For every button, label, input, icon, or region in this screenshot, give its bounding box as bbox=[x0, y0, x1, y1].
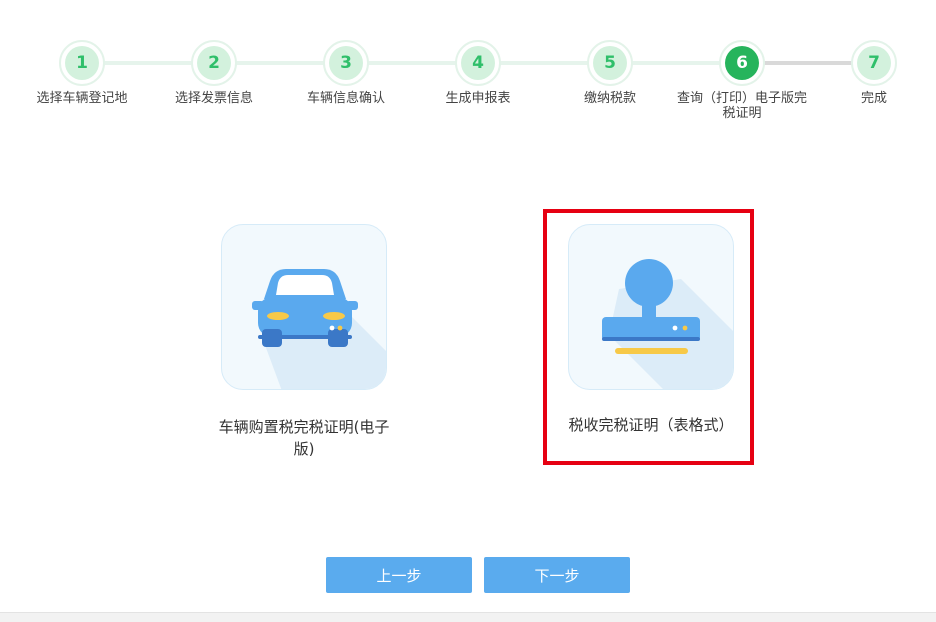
option-electronic-certificate-card[interactable] bbox=[221, 224, 387, 390]
step-number: 5 bbox=[593, 46, 627, 80]
step-circle: 6 bbox=[719, 40, 765, 86]
footer-divider bbox=[0, 612, 936, 622]
step-label: 缴纳税款 bbox=[583, 91, 636, 106]
step-number: 4 bbox=[461, 46, 495, 80]
step-label: 生成申报表 bbox=[445, 91, 511, 106]
step-2: 2 选择发票信息 bbox=[149, 40, 279, 106]
step-number: 6 bbox=[725, 46, 759, 80]
step-3: 3 车辆信息确认 bbox=[281, 40, 411, 106]
step-number: 2 bbox=[197, 46, 231, 80]
step-label: 车辆信息确认 bbox=[306, 91, 385, 106]
step-label: 完成 bbox=[860, 91, 887, 106]
step-7: 7 完成 bbox=[809, 40, 936, 106]
step-number: 1 bbox=[65, 46, 99, 80]
step-5: 5 缴纳税款 bbox=[545, 40, 675, 106]
next-step-button[interactable]: 下一步 bbox=[484, 557, 630, 593]
step-circle: 1 bbox=[59, 40, 105, 86]
progress-stepper: 1 选择车辆登记地 2 选择发票信息 3 车辆信息确认 4 生成申报表 5 缴纳… bbox=[0, 0, 936, 140]
prev-step-button[interactable]: 上一步 bbox=[326, 557, 472, 593]
step-4: 4 生成申报表 bbox=[413, 40, 543, 106]
step-label: 选择车辆登记地 bbox=[36, 91, 128, 106]
car-icon bbox=[252, 269, 386, 389]
step-number: 3 bbox=[329, 46, 363, 80]
selection-highlight-box bbox=[543, 209, 754, 465]
step-circle: 2 bbox=[191, 40, 237, 86]
step-6-current: 6 查询（打印）电子版完税证明 bbox=[677, 40, 807, 121]
step-label: 选择发票信息 bbox=[174, 91, 253, 106]
option-electronic-certificate-label[interactable]: 车辆购置税完税证明(电子版) bbox=[214, 416, 394, 460]
step-number: 7 bbox=[857, 46, 891, 80]
step-circle: 4 bbox=[455, 40, 501, 86]
step-circle: 3 bbox=[323, 40, 369, 86]
step-1: 1 选择车辆登记地 bbox=[17, 40, 147, 106]
step-circle: 7 bbox=[851, 40, 897, 86]
step-circle: 5 bbox=[587, 40, 633, 86]
step-label: 查询（打印）电子版完税证明 bbox=[677, 91, 808, 121]
